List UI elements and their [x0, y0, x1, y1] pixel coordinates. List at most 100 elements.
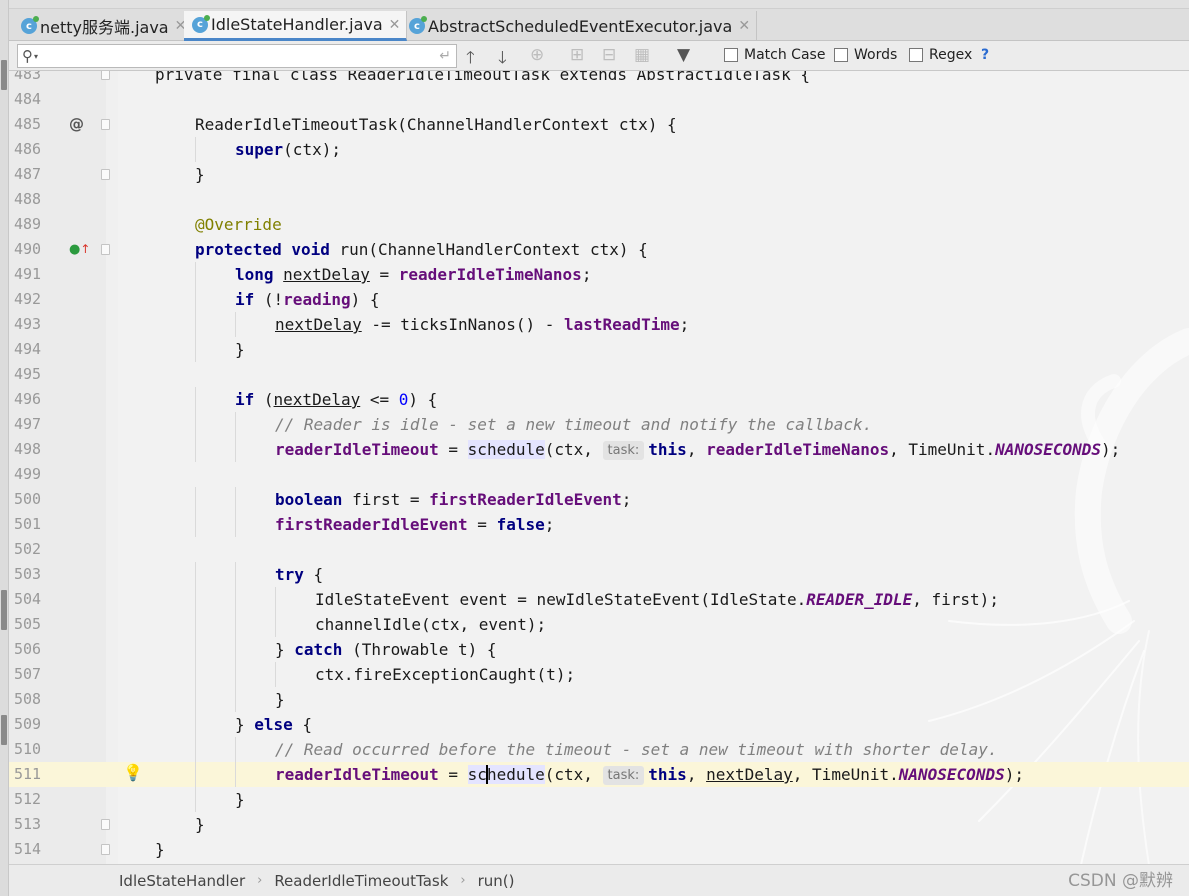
match-case-option[interactable]: Match Case	[724, 47, 825, 63]
code-line[interactable]: 508}	[9, 687, 1189, 712]
code-line[interactable]: 485 @ ReaderIdleTimeoutTask(ChannelHandler…	[9, 112, 1189, 137]
fold-marker-icon[interactable]	[101, 819, 110, 830]
line-number[interactable]: 495	[14, 362, 54, 387]
close-icon[interactable]: ✕	[738, 18, 750, 34]
line-number[interactable]: 484	[14, 87, 54, 112]
code-line[interactable]: 503 try {	[9, 562, 1189, 587]
code-line[interactable]: 488	[9, 187, 1189, 212]
line-number[interactable]: 496	[14, 387, 54, 412]
line-number[interactable]: 485	[14, 112, 54, 137]
code-line[interactable]: 511 💡 readerIdleTimeout = schedule(ctx, ta…	[9, 762, 1189, 787]
line-number[interactable]: 483	[14, 71, 54, 87]
code-line[interactable]: 507 ctx.fireExceptionCaught(t);	[9, 662, 1189, 687]
at-annotation-icon[interactable]: @	[69, 115, 84, 134]
code-line[interactable]: 499	[9, 462, 1189, 487]
line-number[interactable]: 511	[14, 762, 54, 787]
search-icon[interactable]: ⚲	[22, 47, 33, 65]
code-line[interactable]: 492 if (!reading) {	[9, 287, 1189, 312]
prev-occurrence-icon[interactable]: 🡑	[466, 45, 475, 74]
line-number[interactable]: 487	[14, 162, 54, 187]
fold-marker-icon[interactable]	[101, 169, 110, 180]
words-option[interactable]: Words	[834, 47, 897, 63]
regex-help-link[interactable]: ?	[981, 47, 989, 63]
line-number[interactable]: 504	[14, 587, 54, 612]
line-number[interactable]: 513	[14, 812, 54, 837]
code-line[interactable]: 498 readerIdleTimeout = schedule(ctx, tas…	[9, 437, 1189, 462]
lightbulb-icon[interactable]: 💡	[123, 763, 143, 782]
enter-icon[interactable]: ↵	[439, 48, 451, 64]
code-line[interactable]: 495	[9, 362, 1189, 387]
line-number[interactable]: 512	[14, 787, 54, 812]
code-line[interactable]: 513}	[9, 812, 1189, 837]
line-number[interactable]: 514	[14, 837, 54, 862]
regex-option[interactable]: Regex	[909, 47, 972, 63]
line-number[interactable]: 500	[14, 487, 54, 512]
code-line[interactable]: 509} else {	[9, 712, 1189, 737]
filter-icon[interactable]: ▼	[677, 45, 690, 65]
code-line[interactable]: 483 private final class ReaderIdleTimeout…	[9, 71, 1189, 87]
code-line[interactable]: 497 // Reader is idle - set a new timeout…	[9, 412, 1189, 437]
fold-marker-icon[interactable]	[101, 119, 110, 130]
next-occurrence-icon[interactable]: 🡓	[498, 45, 507, 74]
code-line[interactable]: 512}	[9, 787, 1189, 812]
line-number[interactable]: 498	[14, 437, 54, 462]
line-number[interactable]: 502	[14, 537, 54, 562]
tab-idle-state-handler[interactable]: c IdleStateHandler.java ✕	[184, 11, 408, 41]
code-line[interactable]: 496 if (nextDelay <= 0) {	[9, 387, 1189, 412]
code-editor[interactable]: 483 private final class ReaderIdleTimeout…	[9, 71, 1189, 864]
line-number[interactable]: 507	[14, 662, 54, 687]
code-line[interactable]: 491 long nextDelay = readerIdleTimeNanos;	[9, 262, 1189, 287]
fold-marker-icon[interactable]	[101, 71, 110, 80]
line-number[interactable]: 491	[14, 262, 54, 287]
search-input[interactable]	[42, 46, 440, 66]
line-number[interactable]: 489	[14, 212, 54, 237]
remove-selection-icon[interactable]: ⊟	[602, 45, 616, 65]
tab-abstract-scheduled-event-executor[interactable]: c AbstractScheduledEventExecutor.java ✕	[401, 11, 758, 41]
code-line[interactable]: 486 super(ctx);	[9, 137, 1189, 162]
line-number[interactable]: 490	[14, 237, 54, 262]
line-number[interactable]: 486	[14, 137, 54, 162]
line-number[interactable]: 497	[14, 412, 54, 437]
search-box[interactable]: ⚲ ▾ ↵	[17, 44, 457, 68]
code-line[interactable]: 487}	[9, 162, 1189, 187]
code-line[interactable]: 484	[9, 87, 1189, 112]
line-number[interactable]: 501	[14, 512, 54, 537]
code-line[interactable]: 510 // Read occurred before the timeout -…	[9, 737, 1189, 762]
add-selection-icon[interactable]: ⊞	[570, 45, 584, 65]
words-checkbox[interactable]	[834, 48, 848, 62]
code-line[interactable]: 502	[9, 537, 1189, 562]
fold-marker-icon[interactable]	[101, 244, 110, 255]
find-all-icon[interactable]: ⊕	[530, 45, 544, 65]
breadcrumb-item-method[interactable]: run()	[478, 872, 515, 890]
breadcrumb-item-inner-class[interactable]: ReaderIdleTimeoutTask	[274, 872, 448, 890]
breadcrumb-item-class[interactable]: IdleStateHandler	[119, 872, 245, 890]
line-number[interactable]: 492	[14, 287, 54, 312]
line-number[interactable]: 505	[14, 612, 54, 637]
line-number[interactable]: 488	[14, 187, 54, 212]
code-line[interactable]: 493 nextDelay -= ticksInNanos() - lastRea…	[9, 312, 1189, 337]
tool-window-marker[interactable]	[1, 590, 7, 630]
tab-netty-server[interactable]: c netty服务端.java ✕	[13, 11, 194, 41]
select-all-icon[interactable]: ▦	[634, 45, 650, 65]
code-line[interactable]: 505 channelIdle(ctx, event);	[9, 612, 1189, 637]
code-line[interactable]: 500 boolean first = firstReaderIdleEvent;	[9, 487, 1189, 512]
tool-window-marker[interactable]	[1, 60, 7, 90]
regex-checkbox[interactable]	[909, 48, 923, 62]
line-number[interactable]: 506	[14, 637, 54, 662]
code-line[interactable]: 506} catch (Throwable t) {	[9, 637, 1189, 662]
code-line[interactable]: 490 ●↑ protected void run(ChannelHandlerCo…	[9, 237, 1189, 262]
code-line[interactable]: 504 IdleStateEvent event = newIdleStateEv…	[9, 587, 1189, 612]
overrides-method-icon[interactable]: ●↑	[69, 240, 90, 259]
line-number[interactable]: 499	[14, 462, 54, 487]
close-icon[interactable]: ✕	[389, 17, 401, 33]
line-number[interactable]: 493	[14, 312, 54, 337]
match-case-checkbox[interactable]	[724, 48, 738, 62]
line-number[interactable]: 494	[14, 337, 54, 362]
tool-window-marker[interactable]	[1, 715, 7, 745]
line-number[interactable]: 503	[14, 562, 54, 587]
code-line[interactable]: 514}	[9, 837, 1189, 862]
code-line[interactable]: 501 firstReaderIdleEvent = false;	[9, 512, 1189, 537]
line-number[interactable]: 509	[14, 712, 54, 737]
search-history-icon[interactable]: ▾	[34, 52, 38, 61]
fold-marker-icon[interactable]	[101, 844, 110, 855]
